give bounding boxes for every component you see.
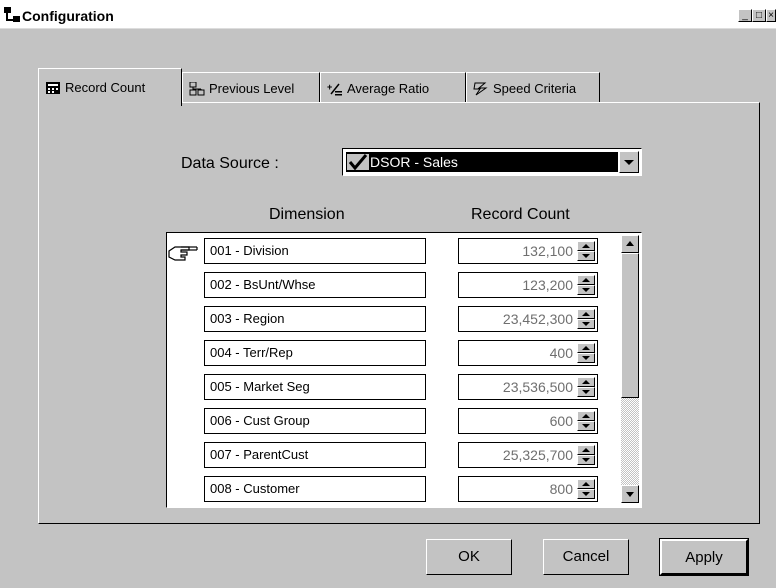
calculator-icon <box>46 81 60 94</box>
dimension-field[interactable]: 003 - Region <box>204 306 426 332</box>
scroll-down-button[interactable] <box>621 485 639 503</box>
maximize-icon: □ <box>755 10 763 21</box>
scroll-up-button[interactable] <box>621 235 639 253</box>
record-count-value: 123,200 <box>522 277 573 293</box>
scroll-thumb[interactable] <box>621 253 639 398</box>
spin-down-button[interactable] <box>577 285 595 295</box>
minimize-button[interactable]: _ <box>738 9 752 22</box>
record-count-value: 800 <box>549 481 573 497</box>
chevron-down-icon <box>624 160 634 165</box>
dimension-field[interactable]: 006 - Cust Group <box>204 408 426 434</box>
data-source-select[interactable]: DSOR - Sales <box>342 148 642 176</box>
table-row: 001 - Division 132,100 <box>167 235 617 269</box>
count-spinner <box>577 377 595 397</box>
dimension-field[interactable]: 004 - Terr/Rep <box>204 340 426 366</box>
tab-average-ratio[interactable]: + Average Ratio <box>320 72 466 104</box>
spin-up-button[interactable] <box>577 275 595 285</box>
arrow-down-icon <box>626 492 634 497</box>
tab-label: Previous Level <box>209 81 295 96</box>
close-button[interactable]: × <box>766 9 776 22</box>
spin-up-button[interactable] <box>577 241 595 251</box>
count-spinner <box>577 479 595 499</box>
dimension-field[interactable]: 001 - Division <box>204 238 426 264</box>
spin-down-button[interactable] <box>577 455 595 465</box>
record-count-field[interactable]: 25,325,700 <box>458 442 598 468</box>
spin-up-button[interactable] <box>577 343 595 353</box>
spin-up-button[interactable] <box>577 445 595 455</box>
svg-text:+: + <box>327 82 332 92</box>
data-source-value: DSOR - Sales <box>370 154 458 170</box>
spin-down-button[interactable] <box>577 489 595 499</box>
data-source-selected: DSOR - Sales <box>346 152 618 172</box>
maximize-button[interactable]: □ <box>752 9 766 22</box>
table-row: 007 - ParentCust 25,325,700 <box>167 439 617 473</box>
table-row: 003 - Region 23,452,300 <box>167 303 617 337</box>
record-count-column-header: Record Count <box>471 206 570 223</box>
tab-previous-level[interactable]: Previous Level <box>182 72 320 104</box>
spin-up-button[interactable] <box>577 309 595 319</box>
record-count-field[interactable]: 23,452,300 <box>458 306 598 332</box>
spin-up-button[interactable] <box>577 377 595 387</box>
dimension-column-header: Dimension <box>269 206 345 223</box>
configuration-window: Configuration _ □ × Record Count Previou… <box>0 0 776 588</box>
table-row: 008 - Customer 800 <box>167 473 617 507</box>
speed-icon <box>473 82 488 95</box>
count-spinner <box>577 343 595 363</box>
record-count-field[interactable]: 23,536,500 <box>458 374 598 400</box>
record-count-value: 132,100 <box>522 243 573 259</box>
ratio-icon: + <box>327 82 342 95</box>
ok-button[interactable]: OK <box>426 539 512 575</box>
dimension-field[interactable]: 002 - BsUnt/Whse <box>204 272 426 298</box>
record-count-value: 23,536,500 <box>502 379 573 395</box>
spin-down-button[interactable] <box>577 319 595 329</box>
app-icon <box>4 7 20 22</box>
cancel-button[interactable]: Cancel <box>543 539 629 575</box>
spin-down-button[interactable] <box>577 251 595 261</box>
tab-speed-criteria[interactable]: Speed Criteria <box>466 72 600 104</box>
table-row: 004 - Terr/Rep 400 <box>167 337 617 371</box>
vertical-scrollbar[interactable] <box>621 235 639 503</box>
record-count-value: 25,325,700 <box>502 447 573 463</box>
spin-up-button[interactable] <box>577 479 595 489</box>
dimension-field[interactable]: 005 - Market Seg <box>204 374 426 400</box>
minimize-icon: _ <box>742 10 748 21</box>
checkmark-icon <box>347 154 369 171</box>
apply-button[interactable]: Apply <box>659 538 749 576</box>
hierarchy-icon <box>189 81 205 95</box>
spin-down-button[interactable] <box>577 387 595 397</box>
count-spinner <box>577 445 595 465</box>
count-spinner <box>577 309 595 329</box>
record-count-value: 600 <box>549 413 573 429</box>
record-count-field[interactable]: 132,100 <box>458 238 598 264</box>
count-spinner <box>577 275 595 295</box>
record-count-field[interactable]: 123,200 <box>458 272 598 298</box>
count-spinner <box>577 411 595 431</box>
tab-label: Speed Criteria <box>493 81 577 96</box>
record-count-value: 23,452,300 <box>502 311 573 327</box>
arrow-up-icon <box>626 241 634 246</box>
window-title: Configuration <box>22 8 114 24</box>
spin-down-button[interactable] <box>577 421 595 431</box>
title-bar: Configuration _ □ × <box>0 0 776 29</box>
table-row: 002 - BsUnt/Whse 123,200 <box>167 269 617 303</box>
count-spinner <box>577 241 595 261</box>
dropdown-button[interactable] <box>619 151 639 173</box>
spin-down-button[interactable] <box>577 353 595 363</box>
tab-record-count[interactable]: Record Count <box>38 68 182 106</box>
dimension-field[interactable]: 007 - ParentCust <box>204 442 426 468</box>
tab-label: Average Ratio <box>347 81 430 96</box>
close-icon: × <box>768 10 774 21</box>
record-count-value: 400 <box>549 345 573 361</box>
record-count-field[interactable]: 600 <box>458 408 598 434</box>
dimension-grid: 001 - Division 132,100 002 - BsUnt/Whse … <box>166 232 642 508</box>
table-row: 006 - Cust Group 600 <box>167 405 617 439</box>
spin-up-button[interactable] <box>577 411 595 421</box>
tab-label: Record Count <box>65 80 146 95</box>
record-count-field[interactable]: 400 <box>458 340 598 366</box>
record-count-field[interactable]: 800 <box>458 476 598 502</box>
table-row: 005 - Market Seg 23,536,500 <box>167 371 617 405</box>
data-source-label: Data Source : <box>181 155 279 172</box>
record-count-panel: Data Source : DSOR - Sales Dimension Rec… <box>38 102 760 524</box>
dimension-field[interactable]: 008 - Customer <box>204 476 426 502</box>
